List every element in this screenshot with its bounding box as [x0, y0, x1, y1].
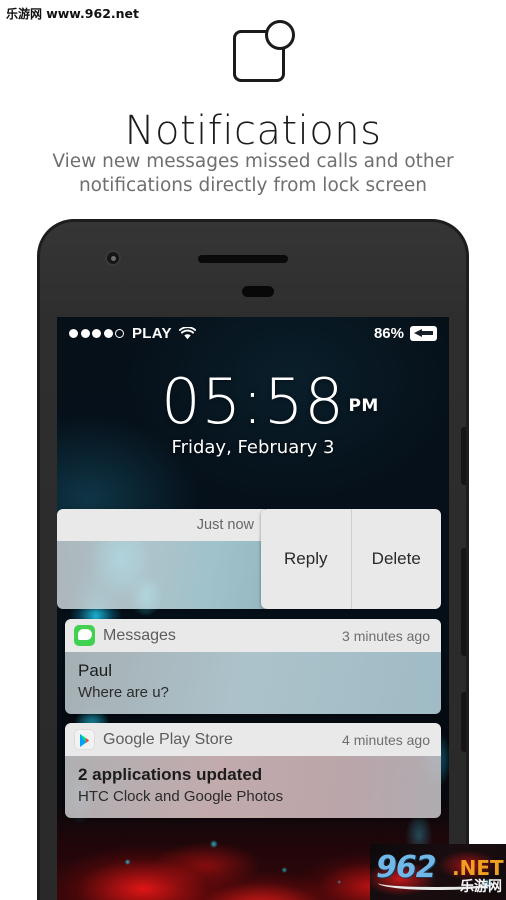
battery-charging-icon — [410, 325, 437, 341]
status-bar: PLAY 86% — [57, 317, 449, 349]
signal-dot-5-empty — [115, 328, 124, 338]
notification-body: Paul Where are u? — [65, 652, 441, 714]
notification-header: Google Play Store 4 minutes ago — [65, 723, 441, 756]
notification-time: 4 minutes ago — [342, 731, 430, 748]
swiped-card-body — [57, 541, 265, 609]
notification-title: 2 applications updated — [78, 765, 263, 784]
earpiece-speaker-icon — [198, 255, 288, 263]
status-bar-left: PLAY — [69, 325, 196, 342]
swiped-card-time: Just now — [196, 517, 254, 533]
reply-action-button[interactable]: Reply — [261, 509, 351, 609]
notification-text: Where are u? — [78, 684, 169, 701]
lock-screen-clock: 05:58 PM Friday, February 3 — [57, 369, 449, 459]
swiped-notification-row: Just now Reply Delete — [57, 509, 449, 611]
signal-strength-icon — [69, 328, 124, 338]
status-bar-right: 86% — [374, 325, 437, 342]
wifi-icon — [178, 325, 196, 340]
watermark-logo-cn-text: 乐游网 — [460, 879, 502, 895]
extra-button[interactable] — [461, 692, 466, 752]
page-title: Notifications — [124, 108, 382, 154]
notification-title: Paul — [78, 661, 113, 680]
clock-time-text: 05:58 — [161, 365, 345, 438]
delete-action-button[interactable]: Delete — [350, 509, 442, 609]
signal-dot-4 — [103, 328, 113, 338]
proximity-sensor-icon — [242, 286, 274, 297]
notification-card-messages[interactable]: Messages 3 minutes ago Paul Where are u? — [65, 619, 441, 714]
swiped-notification-card[interactable]: Just now — [57, 509, 265, 609]
clock-date: Friday, February 3 — [171, 437, 335, 458]
site-watermark-logo: 962 .NET 乐游网 — [370, 844, 506, 900]
subtitle-line-2: notifications directly from lock screen — [78, 175, 428, 196]
site-watermark-top: 乐游网 www.962.net — [6, 5, 139, 22]
page-subtitle: View new messages missed calls and other… — [0, 150, 506, 198]
notification-square-badge-icon — [233, 20, 295, 82]
notification-list: Just now Reply Delete Messages 3 minutes… — [57, 509, 449, 827]
signal-dot-1 — [69, 328, 78, 338]
notification-header: Messages 3 minutes ago — [65, 619, 441, 652]
notification-body: 2 applications updated HTC Clock and Goo… — [65, 756, 441, 818]
volume-button[interactable] — [461, 427, 466, 485]
notification-time: 3 minutes ago — [342, 627, 430, 644]
signal-dot-2 — [80, 328, 90, 338]
watermark-cn-text: 乐游网 — [6, 7, 43, 21]
clock-meridiem: PM — [348, 396, 379, 416]
front-camera-icon — [105, 250, 121, 266]
phone-screen: PLAY 86% 05:58 PM Friday, February 3 Jus… — [57, 317, 449, 900]
watermark-url-text: www.962.net — [46, 6, 139, 21]
messages-app-icon — [74, 625, 95, 646]
clock-time: 05:58 PM — [161, 369, 378, 435]
notification-card-google-play[interactable]: Google Play Store 4 minutes ago 2 applic… — [65, 723, 441, 818]
notification-actions: Reply Delete — [261, 509, 441, 609]
notification-app-name: Google Play Store — [103, 730, 233, 748]
carrier-label: PLAY — [132, 324, 172, 342]
phone-mockup: PLAY 86% 05:58 PM Friday, February 3 Jus… — [40, 222, 466, 900]
subtitle-line-1: View new messages missed calls and other — [52, 151, 454, 172]
power-button[interactable] — [461, 548, 466, 656]
swiped-card-header: Just now — [57, 509, 265, 541]
notification-text: HTC Clock and Google Photos — [78, 788, 284, 805]
promo-header: Notifications View new messages missed c… — [0, 0, 506, 210]
battery-percent-label: 86% — [373, 324, 404, 342]
hero-badge-circle-shape — [265, 20, 295, 50]
google-play-app-icon — [74, 729, 95, 750]
notification-app-name: Messages — [103, 626, 176, 644]
signal-dot-3 — [92, 328, 101, 338]
